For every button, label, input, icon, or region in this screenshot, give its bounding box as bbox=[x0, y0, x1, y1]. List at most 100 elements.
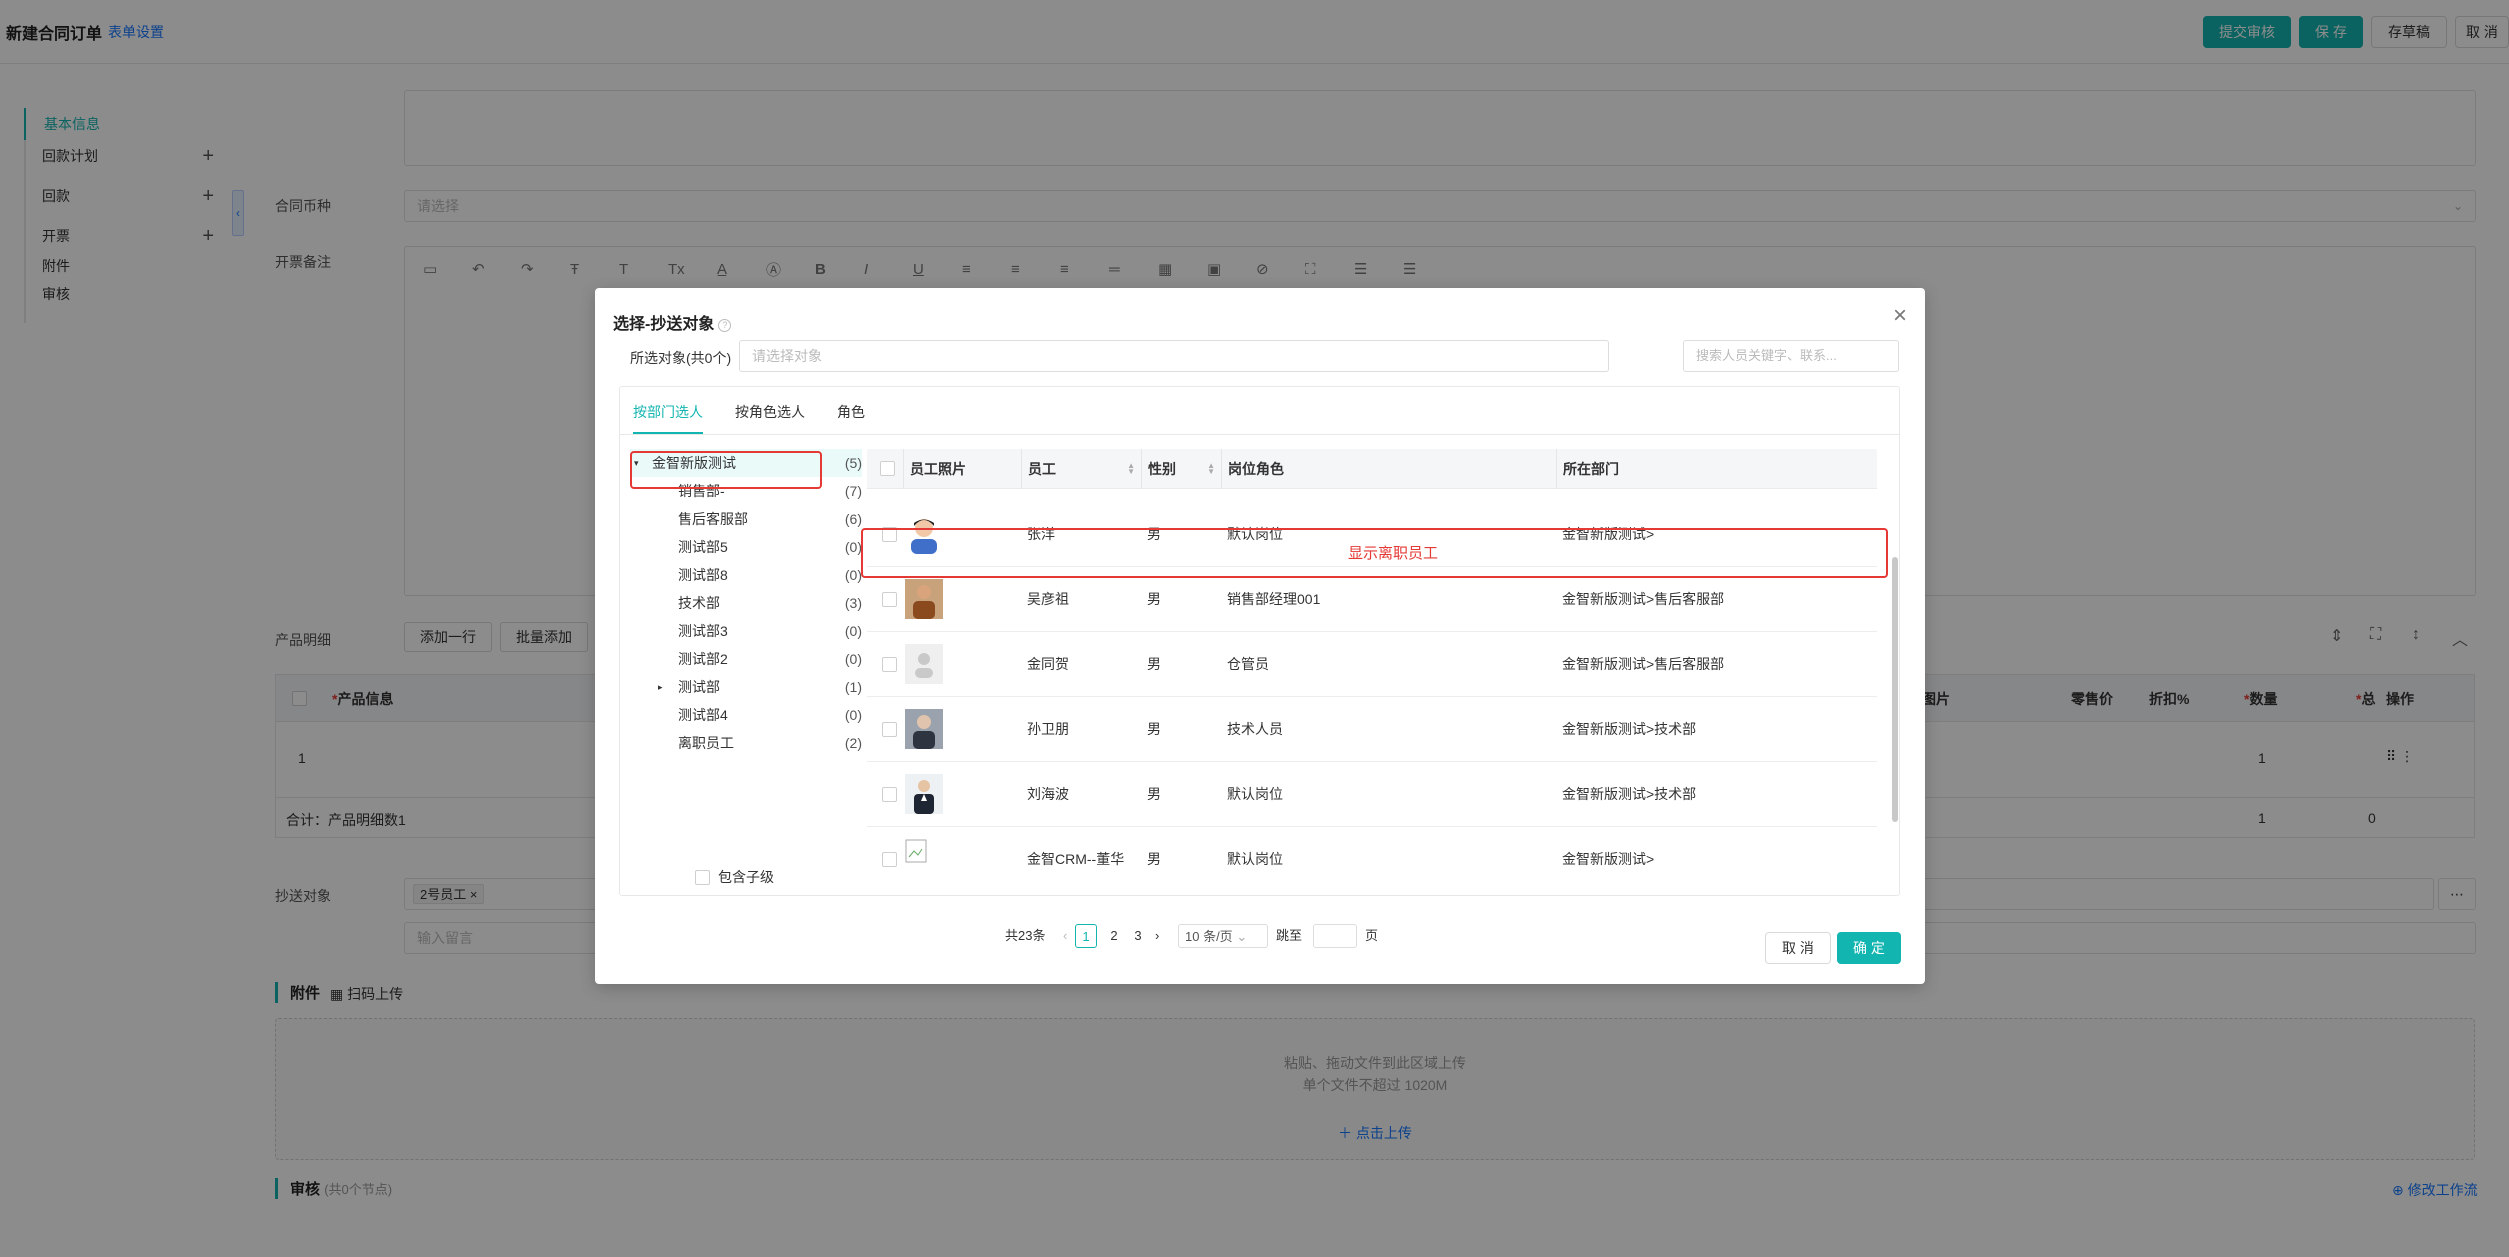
col-dept: 所在部门 bbox=[1556, 449, 1877, 489]
page-unit: 页 bbox=[1365, 928, 1379, 943]
tree-node-count: (5) bbox=[844, 455, 862, 471]
prev-page-icon[interactable]: ‹ bbox=[1063, 924, 1067, 948]
checkbox[interactable] bbox=[695, 869, 710, 885]
modal-title: 选择-抄送对象? bbox=[613, 310, 732, 334]
jump-input[interactable] bbox=[1313, 924, 1357, 948]
sort-icon: ▲ ▼ bbox=[1127, 461, 1135, 476]
tree-node-label: 测试部8 bbox=[678, 567, 728, 583]
select-cc-modal: 选择-抄送对象? × 所选对象(共0个) 请选择对象 搜索人员关键字、联系...… bbox=[595, 288, 1925, 984]
employee-photo bbox=[905, 579, 943, 619]
employee-row[interactable]: 金同贺 男 仓管员 金智新版测试>售后客服部 bbox=[867, 632, 1877, 697]
employee-name: 金智CRM--董华 bbox=[1027, 851, 1125, 867]
tree-node-label: 测试部 bbox=[678, 679, 720, 695]
page-size-select[interactable]: 10 条/页 ⌄ bbox=[1178, 924, 1268, 948]
select-all-checkbox[interactable] bbox=[867, 449, 903, 489]
tree-node-label: 技术部 bbox=[678, 595, 720, 611]
employee-dept: 金智新版测试>技术部 bbox=[1562, 721, 1697, 737]
employee-row[interactable]: 金智CRM--董华 男 默认岗位 金智新版测试> bbox=[867, 827, 1877, 889]
employee-row[interactable]: 孙卫朋 男 技术人员 金智新版测试>技术部 bbox=[867, 697, 1877, 762]
tab-by-role[interactable]: 按角色选人 bbox=[735, 402, 805, 422]
employee-gender: 男 bbox=[1147, 721, 1161, 737]
employee-role: 技术人员 bbox=[1227, 721, 1283, 737]
tree-node-count: (1) bbox=[844, 679, 862, 695]
tree-node-count: (3) bbox=[844, 595, 862, 611]
employee-gender: 男 bbox=[1147, 656, 1161, 672]
page-2[interactable]: 2 bbox=[1107, 924, 1121, 948]
tree-node-label: 测试部3 bbox=[678, 623, 728, 639]
tree-node[interactable]: 测试部2 (0) bbox=[630, 645, 862, 673]
employee-gender: 男 bbox=[1147, 786, 1161, 802]
row-checkbox[interactable] bbox=[882, 852, 897, 867]
col-name[interactable]: 员工 ▲ ▼ bbox=[1021, 449, 1141, 489]
tree-node-count: (2) bbox=[844, 735, 862, 751]
employee-dept: 金智新版测试>技术部 bbox=[1562, 786, 1697, 802]
tree-node-count: (6) bbox=[844, 511, 862, 527]
employee-role: 默认岗位 bbox=[1227, 851, 1283, 867]
row-checkbox[interactable] bbox=[882, 657, 897, 672]
tab-underline bbox=[633, 432, 703, 434]
tree-node-count: (7) bbox=[844, 483, 862, 499]
tree-node-label: 测试部4 bbox=[678, 707, 728, 723]
tree-node-label: 售后客服部 bbox=[678, 511, 748, 527]
tree-node-count: (0) bbox=[844, 539, 862, 555]
caret-right-icon[interactable]: ▸ bbox=[658, 673, 663, 701]
employee-table-header: 员工照片 员工 ▲ ▼ 性别 ▲ ▼ 岗位角色 所在部门 bbox=[867, 449, 1877, 489]
pagination: 共23条 ‹ 1 2 3 › 10 条/页 ⌄ 跳至 页 bbox=[595, 924, 1925, 954]
employee-photo bbox=[905, 644, 943, 684]
tree-node[interactable]: 测试部3 (0) bbox=[630, 617, 862, 645]
employee-name: 金同贺 bbox=[1027, 656, 1069, 672]
tree-node[interactable]: 售后客服部 (6) bbox=[630, 505, 862, 533]
tree-node[interactable]: 测试部8 (0) bbox=[630, 561, 862, 589]
employee-photo bbox=[905, 774, 943, 814]
jump-label: 跳至 bbox=[1276, 928, 1303, 943]
modal-ok-button[interactable]: 确 定 bbox=[1837, 932, 1901, 964]
row-checkbox[interactable] bbox=[882, 592, 897, 607]
next-page-icon[interactable]: › bbox=[1155, 924, 1159, 948]
tree-node-label: 测试部5 bbox=[678, 539, 728, 555]
tree-node-label: 测试部2 bbox=[678, 651, 728, 667]
total-count: 共23条 bbox=[1005, 928, 1046, 943]
annotation-box-root bbox=[630, 451, 822, 489]
help-icon[interactable]: ? bbox=[718, 319, 732, 332]
chevron-down-icon: ⌄ bbox=[1236, 929, 1248, 944]
sort-icon: ▲ ▼ bbox=[1207, 461, 1215, 476]
page-1[interactable]: 1 bbox=[1075, 924, 1097, 948]
tree-node[interactable]: ▸ 测试部 (1) bbox=[630, 673, 862, 701]
employee-gender: 男 bbox=[1147, 851, 1161, 867]
col-role: 岗位角色 bbox=[1221, 449, 1556, 489]
tree-node[interactable]: 测试部4 (0) bbox=[630, 701, 862, 729]
employee-table: 员工照片 员工 ▲ ▼ 性别 ▲ ▼ 岗位角色 所在部门 张洋男默认岗位 金智新版测试> 吴… bbox=[867, 449, 1877, 889]
modal-cancel-button[interactable]: 取 消 bbox=[1765, 932, 1831, 964]
tab-by-department[interactable]: 按部门选人 bbox=[633, 402, 703, 422]
tree-node-label: 离职员工 bbox=[678, 735, 734, 751]
employee-row[interactable]: 刘海波 男 默认岗位 金智新版测试>技术部 bbox=[867, 762, 1877, 827]
tree-node[interactable]: 离职员工 (2) bbox=[630, 729, 862, 757]
employee-name: 孙卫朋 bbox=[1027, 721, 1069, 737]
annotation-note: 显示离职员工 bbox=[1348, 545, 1439, 562]
tree-node-count: (0) bbox=[844, 651, 862, 667]
tree-node-count: (0) bbox=[844, 623, 862, 639]
row-checkbox[interactable] bbox=[882, 722, 897, 737]
table-scrollbar[interactable] bbox=[1892, 557, 1898, 822]
col-gender[interactable]: 性别 ▲ ▼ bbox=[1141, 449, 1221, 489]
employee-name: 刘海波 bbox=[1027, 786, 1069, 802]
employee-dept: 金智新版测试>售后客服部 bbox=[1562, 656, 1725, 672]
close-icon[interactable]: × bbox=[1893, 304, 1907, 328]
tab-role[interactable]: 角色 bbox=[837, 402, 865, 422]
row-checkbox[interactable] bbox=[882, 787, 897, 802]
tree-node[interactable]: 测试部5 (0) bbox=[630, 533, 862, 561]
employee-dept: 金智新版测试> bbox=[1562, 851, 1655, 867]
tabs: 按部门选人 按角色选人 角色 bbox=[620, 387, 1899, 435]
employee-photo bbox=[905, 709, 943, 749]
col-photo: 员工照片 bbox=[903, 449, 1021, 489]
employee-role: 默认岗位 bbox=[1227, 786, 1283, 802]
department-tree: ▾ 金智新版测试 (5) 销售部- (7) 售后客服部 (6) 测试部5 (0) 测试部8 (0) 技… bbox=[630, 449, 862, 757]
include-sub-checkbox[interactable]: 包含子级 bbox=[695, 867, 774, 887]
selected-objects-input[interactable]: 请选择对象 bbox=[739, 340, 1609, 372]
tree-node[interactable]: 技术部 (3) bbox=[630, 589, 862, 617]
employee-role: 仓管员 bbox=[1227, 656, 1269, 672]
search-input[interactable]: 搜索人员关键字、联系... bbox=[1683, 340, 1899, 372]
include-sub-label: 包含子级 bbox=[718, 869, 774, 885]
page-3[interactable]: 3 bbox=[1131, 924, 1145, 948]
tree-node-count: (0) bbox=[844, 567, 862, 583]
